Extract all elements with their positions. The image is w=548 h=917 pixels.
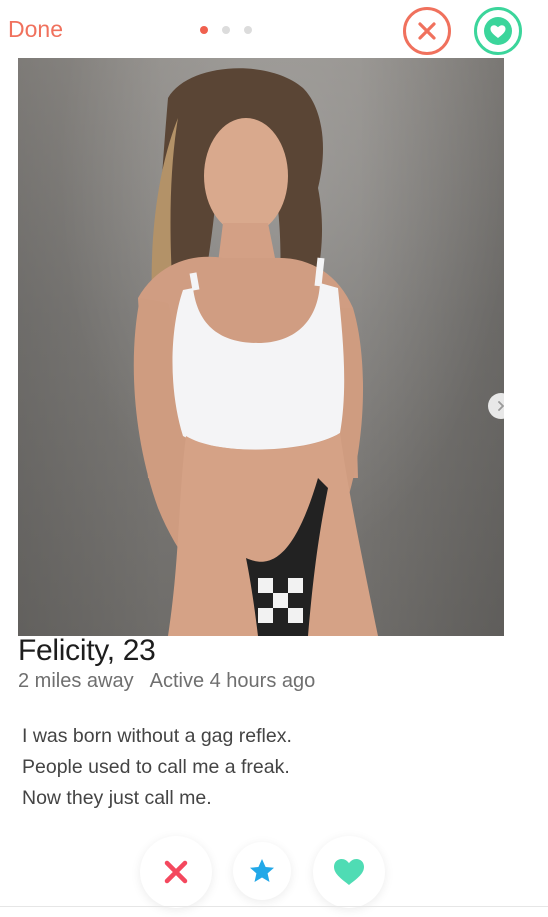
like-top-button[interactable] <box>474 7 522 55</box>
heart-icon <box>334 859 364 885</box>
profile-screen: Done Felicity, 23 2 miles away Active 4 … <box>0 0 548 917</box>
person-silhouette <box>133 68 378 636</box>
superlike-button[interactable] <box>233 842 291 900</box>
distance-text: 2 miles away <box>18 670 134 692</box>
like-button[interactable] <box>313 836 385 908</box>
page-dot <box>222 26 230 34</box>
profile-bio: I was born without a gag reflex. People … <box>22 721 502 814</box>
chevron-right-icon <box>498 401 504 411</box>
star-icon <box>250 859 274 882</box>
close-icon <box>418 22 436 40</box>
heart-icon <box>484 17 512 45</box>
done-button[interactable]: Done <box>8 16 63 43</box>
profile-photo[interactable] <box>18 58 504 636</box>
divider <box>0 906 548 907</box>
page-dot <box>200 26 208 34</box>
page-dot <box>244 26 252 34</box>
profile-meta: 2 miles away Active 4 hours ago <box>18 670 315 693</box>
bio-line: Now they just call me. <box>22 787 212 809</box>
bio-line: I was born without a gag reflex. <box>22 725 292 747</box>
nope-top-button[interactable] <box>403 7 451 55</box>
nope-button[interactable] <box>140 836 212 908</box>
last-active-text: Active 4 hours ago <box>149 670 316 692</box>
photo-page-indicator <box>200 26 252 34</box>
x-icon <box>164 860 188 884</box>
profile-name-age: Felicity, 23 <box>18 634 156 667</box>
bio-line: People used to call me a freak. <box>22 756 290 778</box>
